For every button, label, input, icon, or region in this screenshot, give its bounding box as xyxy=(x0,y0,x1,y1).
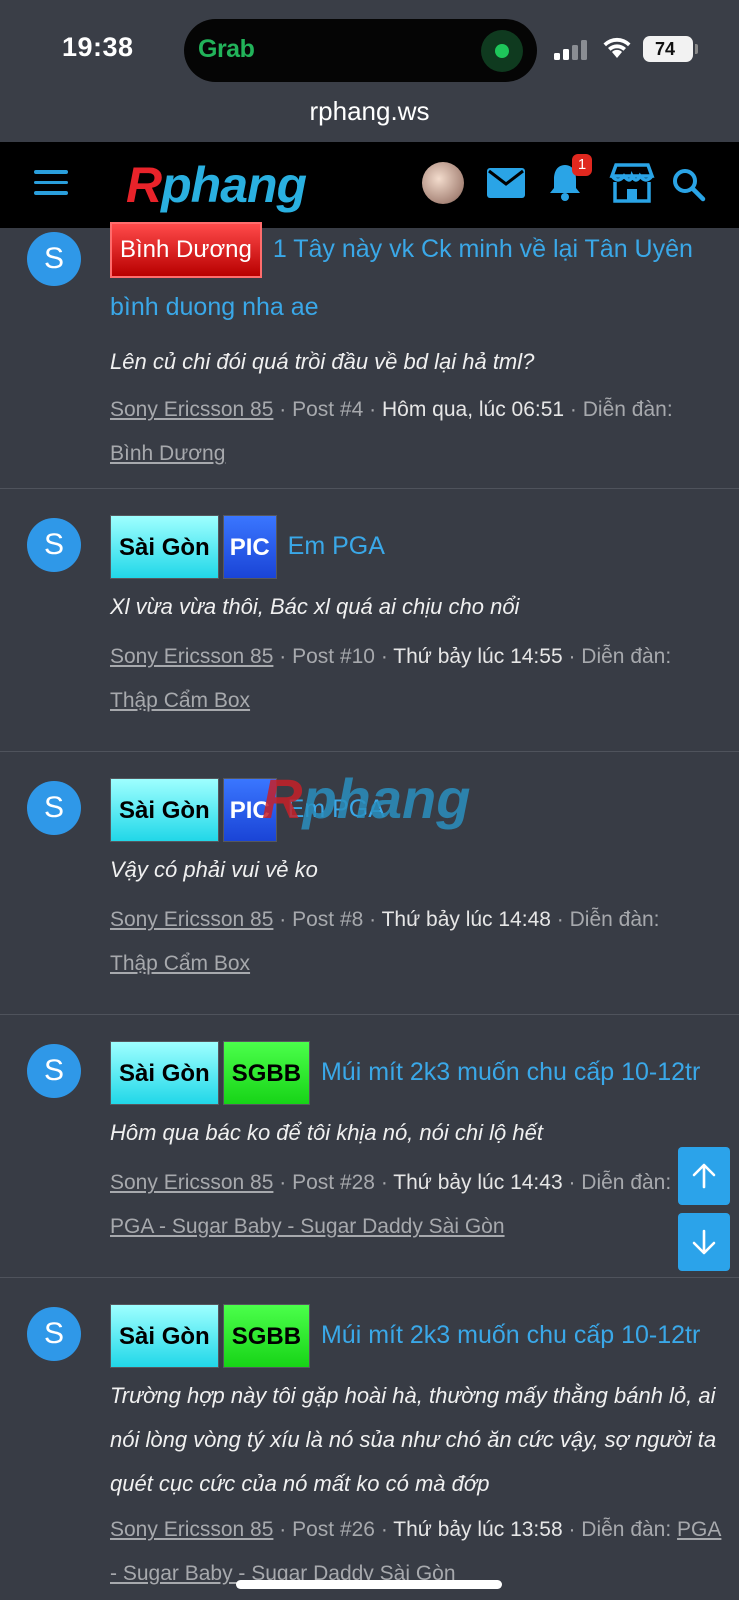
result-title-link[interactable]: Em PGA xyxy=(288,795,385,823)
avatar[interactable]: S xyxy=(27,1307,81,1361)
status-bar: 19:38 Grab 74 xyxy=(0,0,739,96)
list-item: S Sài Gòn PIC Em PGA Vậy có phải vui vẻ k… xyxy=(0,752,739,1015)
prefix-tag[interactable]: Sài Gòn xyxy=(110,778,219,843)
prefix-tag[interactable]: Sài Gòn xyxy=(110,1304,219,1369)
post-date: Thứ bảy lúc 13:58 xyxy=(393,1518,563,1542)
result-meta: Sony Ericsson 85 · Post #4 · Hôm qua, lú… xyxy=(110,398,673,466)
address-bar[interactable]: rphang.ws xyxy=(0,96,739,142)
status-time: 19:38 xyxy=(62,32,134,62)
forum-link[interactable]: Thập Cẩm Box xyxy=(110,952,250,975)
post-date: Thứ bảy lúc 14:43 xyxy=(393,1171,563,1195)
result-meta: Sony Ericsson 85 · Post #8 · Thứ bảy lúc… xyxy=(110,908,660,976)
author-link[interactable]: Sony Ericsson 85 xyxy=(110,1171,273,1194)
forum-label: Diễn đàn: xyxy=(581,1518,672,1542)
post-number: Post #10 xyxy=(292,645,375,669)
search-icon[interactable] xyxy=(672,168,706,202)
forum-link[interactable]: Bình Dương xyxy=(110,442,225,465)
forum-label: Diễn đàn: xyxy=(569,908,660,932)
store-icon[interactable] xyxy=(608,162,656,204)
grab-logo: Grab xyxy=(198,35,255,63)
battery-indicator: 74 xyxy=(643,36,698,62)
battery-level: 74 xyxy=(654,39,676,59)
post-number: Post #4 xyxy=(292,398,364,422)
avatar[interactable]: S xyxy=(27,232,81,286)
author-link[interactable]: Sony Ericsson 85 xyxy=(110,398,273,421)
result-title-line[interactable]: Sài Gòn SGBB Múi mít 2k3 muốn chu cấp 10-… xyxy=(110,1302,725,1369)
logo-rest: phang xyxy=(161,157,307,213)
arrow-up-icon xyxy=(692,1163,716,1189)
site-logo[interactable]: Rphang xyxy=(126,156,307,214)
menu-icon[interactable] xyxy=(34,170,68,198)
avatar[interactable]: S xyxy=(27,1044,81,1098)
dynamic-island[interactable]: Grab xyxy=(184,19,537,82)
result-snippet: Lên củ chi đói quá trồi đầu về bd lại hả… xyxy=(110,349,535,375)
notification-badge: 1 xyxy=(572,154,592,176)
list-item: S Bình Dương 1 Tây này vk Ck minh về lại… xyxy=(0,208,739,489)
scroll-to-top-button[interactable] xyxy=(678,1147,730,1205)
post-number: Post #26 xyxy=(292,1518,375,1542)
forum-link[interactable]: Thập Cẩm Box xyxy=(110,689,250,712)
author-link[interactable]: Sony Ericsson 85 xyxy=(110,645,273,668)
result-meta: Sony Ericsson 85 · Post #28 · Thứ bảy lú… xyxy=(110,1171,672,1239)
scroll-to-bottom-button[interactable] xyxy=(678,1213,730,1271)
prefix-tag[interactable]: PIC xyxy=(222,515,277,580)
result-title-line[interactable]: Sài Gòn PIC Em PGA xyxy=(110,776,709,843)
list-item: S Sài Gòn SGBB Múi mít 2k3 muốn chu cấp 1… xyxy=(0,1278,739,1600)
result-snippet: Trường hợp này tôi gặp hoài hà, thường m… xyxy=(110,1383,717,1497)
avatar[interactable]: S xyxy=(27,781,81,835)
post-date: Hôm qua, lúc 06:51 xyxy=(381,398,565,422)
prefix-tag[interactable]: SGBB xyxy=(222,1041,311,1106)
list-item: S Sài Gòn SGBB Múi mít 2k3 muốn chu cấp 1… xyxy=(0,1015,739,1278)
post-date: Thứ bảy lúc 14:48 xyxy=(381,908,551,932)
prefix-tag[interactable]: Bình Dương xyxy=(110,222,262,279)
avatar[interactable]: S xyxy=(27,518,81,572)
cellular-signal-icon xyxy=(554,40,587,60)
mail-icon[interactable] xyxy=(487,168,525,198)
home-indicator[interactable] xyxy=(236,1580,502,1589)
forum-label: Diễn đàn: xyxy=(581,1171,672,1195)
forum-label: Diễn đàn: xyxy=(581,645,672,669)
prefix-tag[interactable]: PIC xyxy=(222,778,277,843)
result-meta: Sony Ericsson 85 · Post #10 · Thứ bảy lú… xyxy=(110,645,672,713)
prefix-tag[interactable]: Sài Gòn xyxy=(110,1041,219,1106)
arrow-down-icon xyxy=(692,1229,716,1255)
result-title-link[interactable]: Múi mít 2k3 muốn chu cấp 10-12tr xyxy=(321,1058,700,1086)
post-date: Thứ bảy lúc 14:55 xyxy=(393,645,563,669)
wifi-icon xyxy=(603,37,631,58)
result-title-link[interactable]: Em PGA xyxy=(288,532,385,560)
result-snippet: Hôm qua bác ko để tôi khịa nó, nói chi l… xyxy=(110,1120,543,1146)
logo-r: R xyxy=(126,157,162,213)
prefix-tag[interactable]: Sài Gòn xyxy=(110,515,219,580)
forum-link[interactable]: PGA - Sugar Baby - Sugar Daddy Sài Gòn xyxy=(110,1215,505,1238)
url-text: rphang.ws xyxy=(309,96,430,126)
result-title-line[interactable]: Sài Gòn SGBB Múi mít 2k3 muốn chu cấp 10-… xyxy=(110,1039,725,1106)
avatar[interactable] xyxy=(422,162,464,204)
author-link[interactable]: Sony Ericsson 85 xyxy=(110,1518,273,1541)
prefix-tag[interactable]: SGBB xyxy=(222,1304,311,1369)
result-title-link[interactable]: Múi mít 2k3 muốn chu cấp 10-12tr xyxy=(321,1321,700,1349)
search-results-list: S Bình Dương 1 Tây này vk Ck minh về lại… xyxy=(0,222,739,1600)
result-snippet: Vậy có phải vui vẻ ko xyxy=(110,857,318,883)
result-title-line[interactable]: Bình Dương 1 Tây này vk Ck minh về lại T… xyxy=(110,220,709,336)
result-title-line[interactable]: Sài Gòn PIC Em PGA xyxy=(110,513,709,580)
post-number: Post #8 xyxy=(292,908,364,932)
live-activity-icon xyxy=(481,30,523,72)
author-link[interactable]: Sony Ericsson 85 xyxy=(110,908,273,931)
post-number: Post #28 xyxy=(292,1171,375,1195)
list-item: S Sài Gòn PIC Em PGA Xl vừa vừa thôi, Bác… xyxy=(0,489,739,752)
result-snippet: Xl vừa vừa thôi, Bác xl quá ai chịu cho … xyxy=(110,594,520,620)
forum-label: Diễn đàn: xyxy=(582,398,673,422)
